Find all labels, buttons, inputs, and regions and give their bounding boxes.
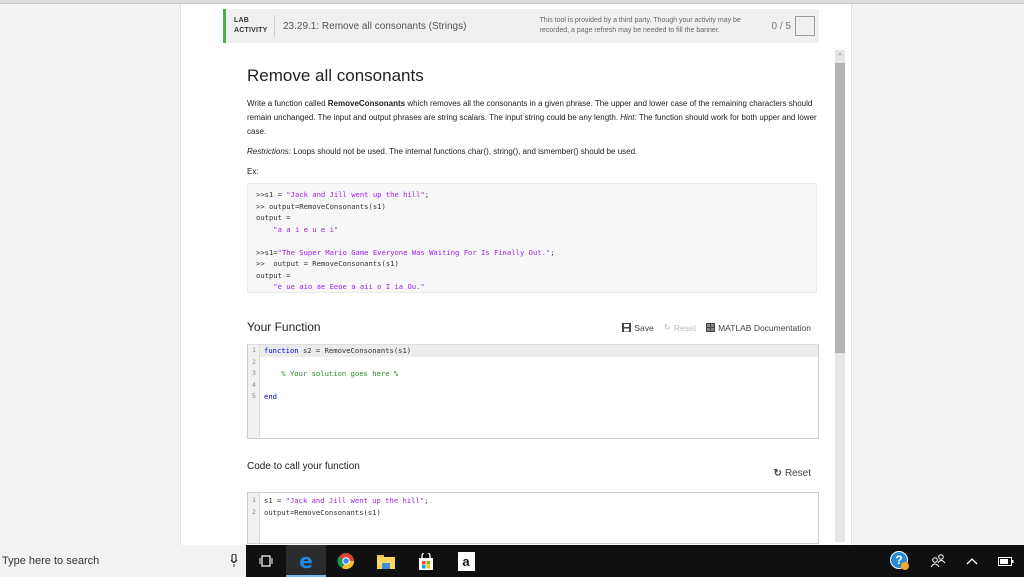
battery-icon (998, 556, 1014, 566)
chrome-icon (337, 553, 355, 570)
activity-title: 23.29.1: Remove all consonants (Strings) (283, 20, 467, 32)
problem-heading: Remove all consonants (247, 66, 424, 85)
edge-icon: e (299, 549, 313, 573)
call-code-toolbar: ↻ Reset (763, 468, 811, 479)
call-code-title: Code to call your function (247, 461, 360, 472)
hint-label: Hint: (620, 113, 637, 122)
score: 0 / 5 (771, 20, 791, 32)
code-line: 2 (252, 357, 256, 366)
store-taskbar-button[interactable] (406, 545, 446, 577)
restrictions-text: Loops should not be used. The internal f… (291, 147, 638, 156)
completion-badge-icon (795, 16, 815, 36)
code-line: 1 function s2 = RemoveConsonants(s1) (248, 345, 818, 357)
battery-button[interactable] (998, 556, 1014, 566)
example-code: >>s1 = "Jack and Jill went up the hill";… (247, 183, 817, 293)
editor-toolbar: Save ↻ Reset MATLAB Documentation (612, 322, 811, 333)
lab-activity-label: LAB ACTIVITY (226, 16, 274, 36)
code-line: 4 (252, 380, 256, 389)
system-tray: ? (880, 545, 1024, 577)
task-view-button[interactable] (246, 545, 286, 577)
code-line: 1 s1 = "Jack and Jill went up the hill"; (252, 496, 429, 505)
reset-icon: ↻ (773, 468, 782, 479)
call-code-reset-button[interactable]: ↻ Reset (773, 468, 811, 479)
help-warning-icon: ? (890, 551, 909, 570)
function-code-editor[interactable]: 1 function s2 = RemoveConsonants(s1) 2 3 … (247, 344, 819, 439)
your-function-section: Your Function Save ↻ Reset MATLAB Documen… (247, 320, 819, 439)
documentation-icon (706, 323, 716, 332)
restrictions: Restrictions: Loops should not be used. … (247, 145, 817, 159)
call-code-editor[interactable]: 1 s1 = "Jack and Jill went up the hill"; … (247, 492, 819, 544)
people-button[interactable] (930, 554, 946, 568)
file-explorer-taskbar-button[interactable] (366, 545, 406, 577)
call-code-section: Code to call your function ↻ Reset 1 s1 = … (247, 461, 819, 544)
divider (274, 15, 275, 37)
amazon-icon: a (457, 551, 475, 571)
store-bag-icon (419, 552, 433, 570)
edge-taskbar-button[interactable]: e (286, 545, 326, 577)
save-icon (622, 323, 632, 332)
show-hidden-icons-button[interactable] (966, 557, 978, 565)
scroll-up-arrow-icon[interactable]: ^ (835, 50, 845, 63)
taskbar-search-box[interactable]: Type here to search (0, 545, 246, 577)
lab-label-line1: LAB (234, 17, 249, 24)
reset-button-disabled[interactable]: ↻ Reset (664, 322, 696, 333)
search-placeholder: Type here to search (2, 555, 100, 567)
restrictions-label: Restrictions: (247, 147, 292, 156)
lab-activity-banner: LAB ACTIVITY 23.29.1: Remove all consona… (223, 9, 819, 43)
code-line: 3 % Your solution goes here % (252, 369, 399, 378)
problem-section: Remove all consonants Write a function c… (247, 62, 817, 293)
people-icon (930, 554, 946, 568)
activity-page: LAB ACTIVITY 23.29.1: Remove all consona… (180, 4, 852, 545)
amazon-taskbar-button[interactable]: a (446, 545, 486, 577)
microphone-icon[interactable] (230, 554, 238, 567)
save-button[interactable]: Save (622, 323, 654, 333)
folder-icon (377, 554, 395, 569)
problem-description: Write a function called RemoveConsonants… (247, 97, 817, 139)
page-scrollbar[interactable]: ^ (835, 50, 845, 542)
help-alert-button[interactable]: ? (890, 551, 910, 571)
function-name: RemoveConsonants (327, 99, 406, 108)
matlab-documentation-link[interactable]: MATLAB Documentation (706, 323, 811, 333)
chevron-up-icon (966, 558, 978, 565)
code-line: 2 output=RemoveConsonants(s1) (252, 507, 381, 517)
third-party-note: This tool is provided by a third party. … (539, 17, 741, 34)
scrollbar-thumb[interactable] (835, 63, 845, 353)
task-view-icon (259, 555, 273, 567)
chrome-taskbar-button[interactable] (326, 545, 366, 577)
code-line: 5 end (252, 392, 277, 401)
example-label: Ex: (247, 167, 259, 176)
lab-label-line2: ACTIVITY (234, 27, 268, 34)
desc-text: Write a function called (247, 99, 328, 108)
windows-taskbar: Type here to search e a ? (0, 545, 1024, 577)
reset-icon: ↻ (663, 322, 671, 332)
